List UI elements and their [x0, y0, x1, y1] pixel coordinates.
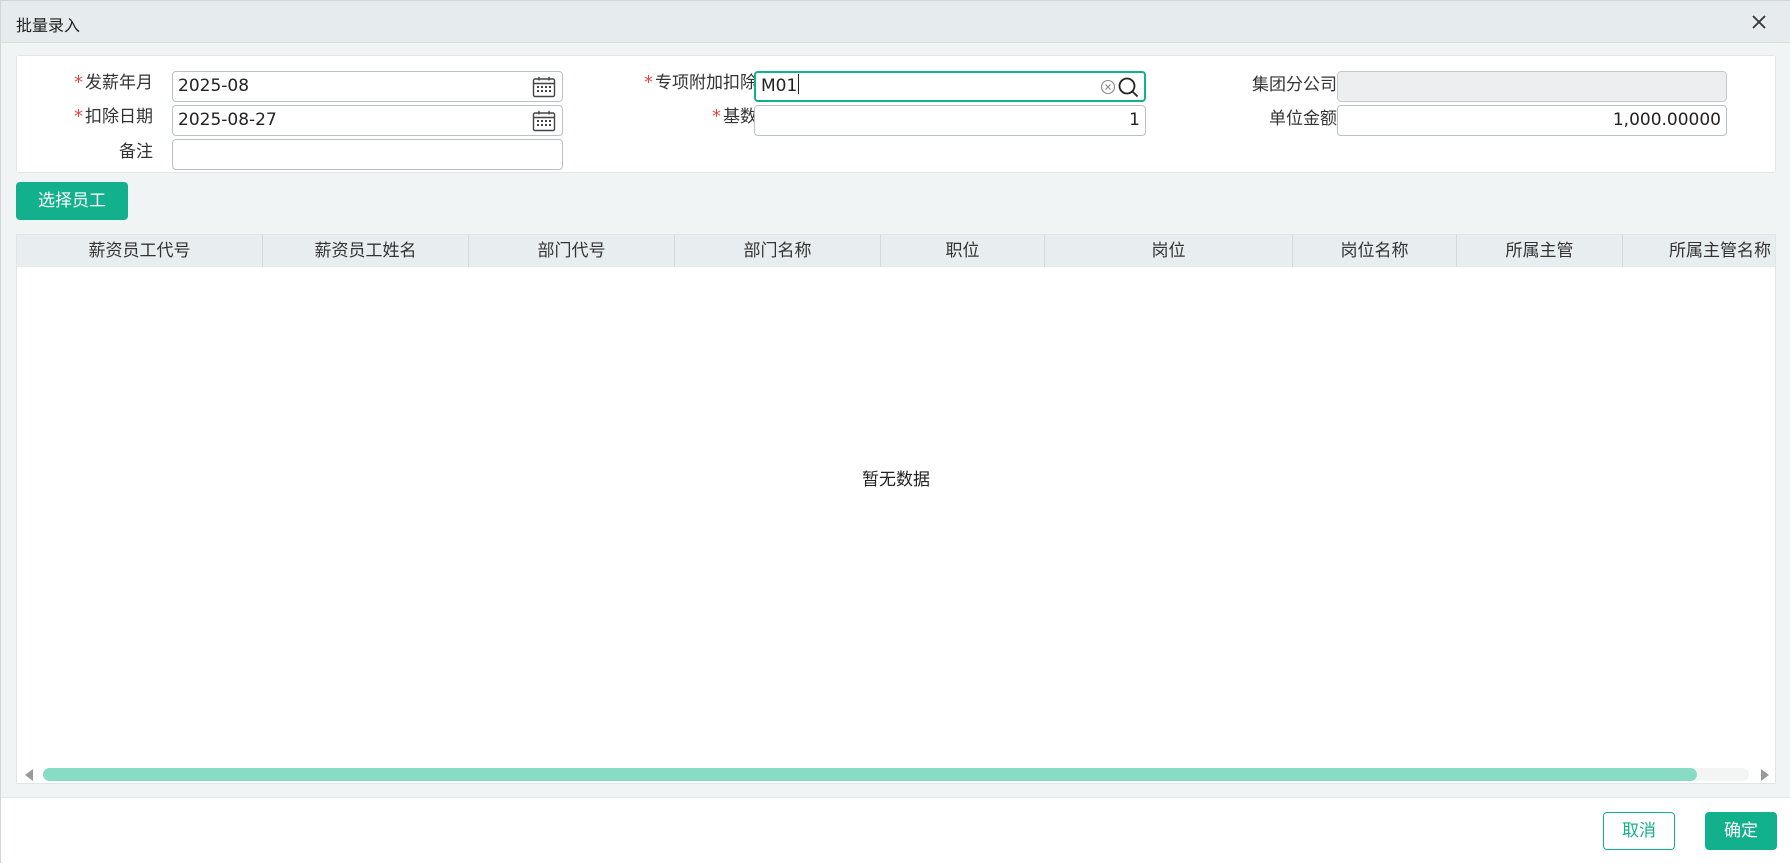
pay-month-value: 2025-08	[178, 76, 250, 96]
batch-entry-dialog: 批量录入 * 发薪年月 2025-08 * 专项附加扣除 M01 集团分公司 *…	[0, 0, 1790, 864]
column-header[interactable]: 所属主管名称	[1623, 235, 1775, 267]
group-branch-label: 集团分公司	[1252, 75, 1337, 95]
special-deduction-value: M01	[761, 76, 798, 96]
column-header[interactable]: 薪资员工代号	[17, 235, 263, 267]
scrollbar-track[interactable]	[43, 768, 1749, 781]
base-field[interactable]: 1	[754, 105, 1146, 136]
grid-header: 薪资员工代号 薪资员工姓名 部门代号 部门名称 职位 岗位 岗位名称 所属主管 …	[17, 235, 1775, 267]
form-panel: * 发薪年月 2025-08 * 专项附加扣除 M01 集团分公司 * 扣除日期…	[16, 55, 1776, 173]
dialog-footer: 取消 确定	[1, 797, 1790, 864]
base-value: 1	[1129, 110, 1140, 130]
column-header[interactable]: 部门名称	[675, 235, 881, 267]
column-header[interactable]: 所属主管	[1457, 235, 1623, 267]
select-employee-button[interactable]: 选择员工	[16, 182, 128, 220]
clear-icon[interactable]	[1100, 79, 1116, 95]
scroll-left-arrow-icon[interactable]	[25, 769, 33, 781]
deduction-date-label: * 扣除日期	[74, 106, 153, 127]
close-button[interactable]	[1747, 10, 1771, 34]
column-header[interactable]: 职位	[881, 235, 1045, 267]
confirm-button[interactable]: 确定	[1705, 812, 1777, 850]
required-mark: *	[644, 72, 653, 93]
unit-amount-field[interactable]: 1,000.00000	[1337, 105, 1727, 136]
calendar-icon[interactable]	[532, 110, 556, 132]
close-icon	[1752, 15, 1766, 29]
column-header[interactable]: 薪资员工姓名	[263, 235, 469, 267]
special-deduction-field[interactable]: M01	[754, 71, 1146, 102]
column-header[interactable]: 部门代号	[469, 235, 675, 267]
dialog-body: * 发薪年月 2025-08 * 专项附加扣除 M01 集团分公司 * 扣除日期…	[1, 43, 1790, 797]
deduction-date-value: 2025-08-27	[178, 110, 277, 130]
unit-amount-label: 单位金额	[1269, 109, 1337, 129]
group-branch-field	[1337, 71, 1727, 102]
search-icon[interactable]	[1117, 76, 1139, 98]
special-deduction-label: * 专项附加扣除	[644, 72, 757, 93]
unit-amount-value: 1,000.00000	[1612, 110, 1721, 130]
scrollbar-thumb[interactable]	[43, 768, 1697, 781]
pay-month-field[interactable]: 2025-08	[172, 71, 563, 102]
required-mark: *	[74, 72, 83, 93]
required-mark: *	[74, 106, 83, 127]
horizontal-scrollbar[interactable]	[17, 765, 1775, 783]
dialog-title: 批量录入	[16, 16, 81, 35]
employee-grid: 薪资员工代号 薪资员工姓名 部门代号 部门名称 职位 岗位 岗位名称 所属主管 …	[16, 234, 1776, 784]
base-label: * 基数	[712, 106, 757, 127]
remark-field[interactable]	[172, 139, 563, 170]
scroll-right-arrow-icon[interactable]	[1761, 769, 1769, 781]
empty-state-text: 暂无数据	[862, 470, 930, 490]
column-header[interactable]: 岗位	[1045, 235, 1293, 267]
dialog-titlebar: 批量录入	[1, 1, 1790, 43]
cancel-button[interactable]: 取消	[1603, 812, 1675, 850]
text-caret	[798, 74, 800, 94]
deduction-date-field[interactable]: 2025-08-27	[172, 105, 563, 136]
column-header[interactable]: 岗位名称	[1293, 235, 1457, 267]
pay-month-label: * 发薪年月	[74, 72, 153, 93]
remark-label: 备注	[119, 142, 153, 162]
required-mark: *	[712, 106, 721, 127]
calendar-icon[interactable]	[532, 76, 556, 98]
